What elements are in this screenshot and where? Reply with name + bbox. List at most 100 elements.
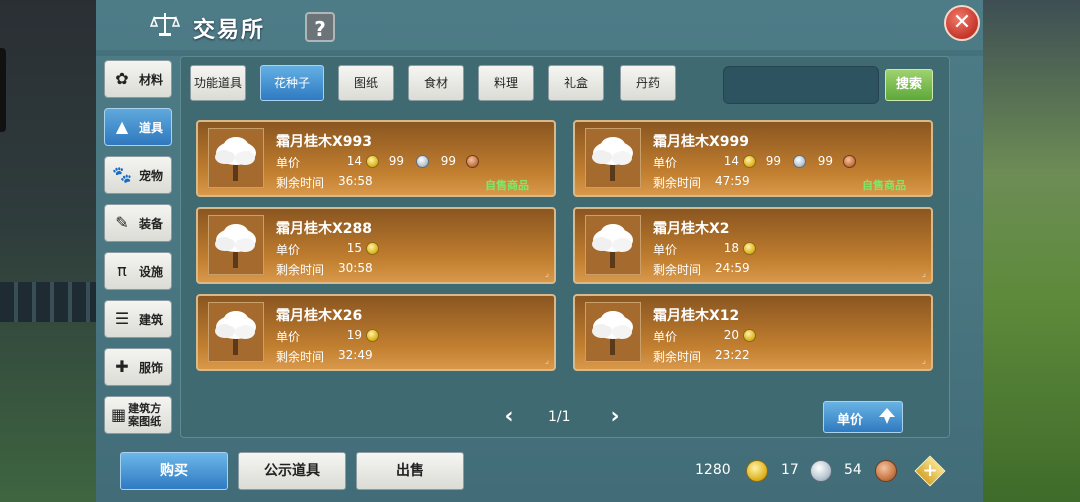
item-thumbnail [585,215,641,275]
gold-price: 14 [346,154,362,168]
plus-icon: + [922,460,938,481]
tab-subcategory[interactable]: 花种子 [260,65,324,101]
sidebar-item-label: 装备 [139,216,164,231]
unit-price-label: 单价 [653,330,678,344]
sidebar-item[interactable]: π 设施 [104,252,172,290]
laurel-tree-icon [215,137,256,181]
copper-coin-icon [875,460,897,482]
sidebar-item[interactable]: ▲ 道具 [104,108,172,146]
item-name: 霜月桂木X288 [276,221,373,237]
building-icon: ☰ [114,309,130,328]
scene-left [0,0,96,502]
search-input[interactable] [723,66,879,104]
public-items-button[interactable]: 公示道具 [238,452,346,490]
tab-subcategory[interactable]: 料理 [478,65,534,101]
tab-subcategory[interactable]: 功能道具 [190,65,246,101]
unit-price-label: 单价 [276,330,301,344]
scale-icon [150,13,180,36]
listing-card[interactable]: 霜月桂木X12 单价 剩余时间 20 23:22 ⌟ [573,294,933,371]
self-sale-badge: 自售商品 [485,179,529,192]
unit-price-label: 单价 [653,156,678,170]
gold-price: 18 [723,241,739,255]
tab-subcategory[interactable]: 礼盒 [548,65,604,101]
item-name: 霜月桂木X2 [653,221,730,237]
laurel-tree-icon [592,137,633,181]
time-left-label: 剩余时间 [276,263,325,277]
time-left-value: 32:49 [338,348,373,362]
listing-card[interactable]: 霜月桂木X288 单价 剩余时间 15 30:58 ⌟ [196,207,556,284]
time-left-value: 23:22 [715,348,750,362]
sort-by-price-button[interactable]: 单价 [823,401,903,433]
page-title: 交易所 [193,18,266,43]
unit-price-label: 单价 [276,156,301,170]
listing-card[interactable]: 霜月桂木X993 单价 剩余时间 14 99 99 36:58 自售商品 [196,120,556,197]
item-thumbnail [208,302,264,362]
copper-coin-icon [466,155,479,168]
gold-coin-icon [366,329,379,342]
silver-coin-icon [810,460,832,482]
items-icon: ▲ [115,117,129,136]
sidebar-item[interactable]: ✚ 服饰 [104,348,172,386]
sidebar-item[interactable]: 🐾 宠物 [104,156,172,194]
sidebar-item-label: 建筑 [139,312,164,327]
gold-price: 19 [346,328,362,342]
scene-railing [0,282,96,322]
tab-subcategory[interactable]: 食材 [408,65,464,101]
self-sale-badge: 自售商品 [862,179,906,192]
time-left-label: 剩余时间 [653,350,702,364]
sidebar-item[interactable]: ☰ 建筑 [104,300,172,338]
copper-price: 99 [817,154,833,168]
close-button[interactable]: ✕ [944,5,980,41]
buy-button[interactable]: 购买 [120,452,228,490]
sidebar-item[interactable]: ✎ 装备 [104,204,172,242]
sidebar-item-label: 材料 [139,72,164,87]
laurel-tree-icon [215,224,256,268]
tab-subcategory[interactable]: 丹药 [620,65,676,101]
silver-balance: 17 [781,462,799,478]
silver-coin-icon [793,155,806,168]
materials-icon: ✿ [115,69,129,88]
sort-arrow-icon [879,408,895,424]
time-left-label: 剩余时间 [276,176,325,190]
listing-card[interactable]: 霜月桂木X26 单价 剩余时间 19 32:49 ⌟ [196,294,556,371]
listing-card[interactable]: 霜月桂木X999 单价 剩余时间 14 99 99 47:59 自售商品 [573,120,933,197]
sidebar-item-label: 道具 [139,120,164,135]
silver-price: 99 [388,154,404,168]
listing-card[interactable]: 霜月桂木X2 单价 剩余时间 18 24:59 ⌟ [573,207,933,284]
sidebar-item-label: 设施 [139,264,164,279]
corner-marker-icon: ⌟ [921,269,926,279]
prev-page-icon[interactable]: ‹ [500,406,518,430]
gold-coin-icon [743,329,756,342]
tab-subcategory[interactable]: 图纸 [338,65,394,101]
time-left-value: 24:59 [715,261,750,275]
facility-icon: π [117,261,127,280]
corner-marker-icon: ⌟ [544,269,549,279]
sell-button[interactable]: 出售 [356,452,464,490]
time-left-label: 剩余时间 [653,263,702,277]
sidebar-item-label: 宠物 [139,168,164,183]
unit-price-label: 单价 [276,243,301,257]
item-thumbnail [585,128,641,188]
next-page-icon[interactable]: › [606,406,624,430]
gold-coin-icon [366,155,379,168]
help-button[interactable]: ? [305,12,335,42]
gold-balance: 1280 [695,462,731,478]
search-button[interactable]: 搜索 [885,69,933,101]
equipment-icon: ✎ [115,213,129,232]
copper-balance: 54 [844,462,862,478]
item-name: 霜月桂木X12 [653,308,740,324]
sidebar-item[interactable]: ▦ 建筑方案图纸 [104,396,172,434]
item-thumbnail [585,302,641,362]
sidebar-item[interactable]: ✿ 材料 [104,60,172,98]
copper-coin-icon [843,155,856,168]
corner-marker-icon: ⌟ [921,356,926,366]
corner-marker-icon: ⌟ [544,356,549,366]
scene-right [980,0,1080,502]
silver-price: 99 [765,154,781,168]
time-left-value: 36:58 [338,174,373,188]
gold-coin-icon [746,460,768,482]
laurel-tree-icon [592,311,633,355]
blueprint-icon: ▦ [111,405,127,424]
gold-coin-icon [743,242,756,255]
gold-coin-icon [366,242,379,255]
